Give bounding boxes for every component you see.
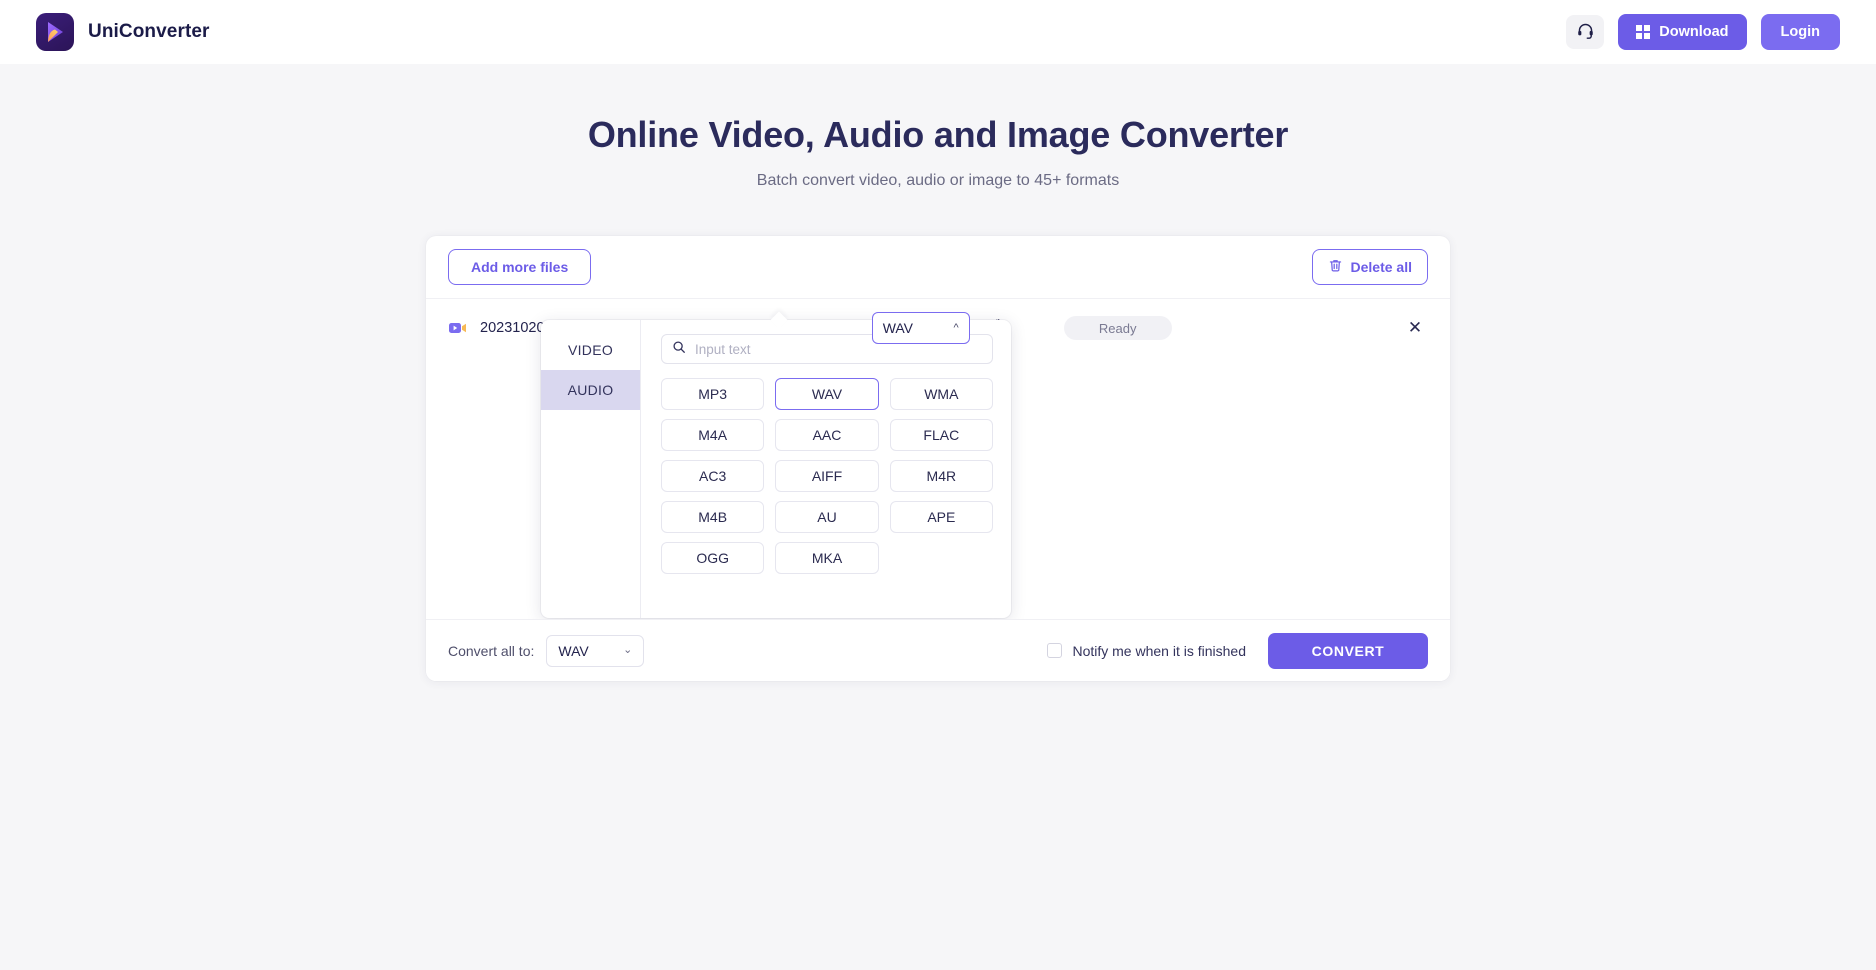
search-icon [672, 340, 686, 359]
format-chip[interactable]: AIFF [775, 460, 878, 492]
hero-section: Online Video, Audio and Image Converter … [0, 64, 1876, 190]
video-file-icon [448, 318, 468, 338]
format-chip[interactable]: WMA [890, 378, 993, 410]
format-chip[interactable]: OGG [661, 542, 764, 574]
notify-checkbox[interactable] [1047, 643, 1062, 658]
card-footer: Convert all to: WAV ⌄ Notify me when it … [426, 619, 1450, 681]
card-toolbar: Add more files Delete all [426, 236, 1450, 299]
login-button[interactable]: Login [1761, 14, 1840, 50]
format-chip[interactable]: M4B [661, 501, 764, 533]
format-grid: MP3 WAV WMA M4A AAC FLAC AC3 AIFF M4R M4… [661, 378, 993, 574]
format-chip[interactable]: APE [890, 501, 993, 533]
headset-icon [1576, 21, 1595, 43]
convert-all-value: WAV [558, 643, 588, 659]
status-badge: Ready [1064, 316, 1172, 340]
notify-checkbox-row[interactable]: Notify me when it is finished [1047, 643, 1246, 659]
format-chip[interactable]: MKA [775, 542, 878, 574]
converter-card-wrap: Add more files Delete all [0, 236, 1876, 681]
windows-icon [1636, 25, 1650, 39]
delete-all-label: Delete all [1351, 259, 1412, 275]
format-chip[interactable]: AU [775, 501, 878, 533]
format-category-list: VIDEO AUDIO [541, 320, 641, 618]
chevron-down-icon: ⌄ [623, 645, 632, 656]
target-format-value: WAV [883, 320, 913, 336]
download-button-label: Download [1659, 24, 1728, 40]
page-subtitle: Batch convert video, audio or image to 4… [0, 172, 1876, 190]
header-actions: Download Login [1566, 14, 1840, 50]
format-dropdown-panel: VIDEO AUDIO MP3 WAV WMA M4A [541, 320, 1011, 618]
convert-all-select[interactable]: WAV ⌄ [546, 635, 644, 667]
delete-all-button[interactable]: Delete all [1312, 249, 1428, 285]
format-chip[interactable]: FLAC [890, 419, 993, 451]
add-more-files-label: Add more files [471, 259, 568, 275]
play-logo-icon [36, 13, 74, 51]
chevron-up-icon: ^ [954, 323, 959, 334]
converter-card: Add more files Delete all [426, 236, 1450, 681]
convert-all-label: Convert all to: [448, 643, 534, 659]
format-chip[interactable]: MP3 [661, 378, 764, 410]
add-more-files-button[interactable]: Add more files [448, 249, 591, 285]
trash-icon [1328, 258, 1343, 276]
page-title: Online Video, Audio and Image Converter [0, 114, 1876, 156]
target-format-select[interactable]: WAV ^ [872, 312, 970, 344]
convert-button[interactable]: CONVERT [1268, 633, 1428, 669]
brand: UniConverter [36, 13, 210, 51]
notify-label: Notify me when it is finished [1072, 643, 1246, 659]
brand-name: UniConverter [88, 21, 210, 43]
close-icon: ✕ [1408, 318, 1422, 338]
format-chip[interactable]: M4A [661, 419, 764, 451]
app-header: UniConverter Download Login [0, 0, 1876, 64]
format-chip[interactable]: M4R [890, 460, 993, 492]
format-category-audio[interactable]: AUDIO [541, 370, 640, 410]
download-button[interactable]: Download [1618, 14, 1746, 50]
support-button[interactable] [1566, 15, 1604, 49]
format-panel-main: MP3 WAV WMA M4A AAC FLAC AC3 AIFF M4R M4… [641, 320, 1011, 618]
format-chip[interactable]: AC3 [661, 460, 764, 492]
format-chip[interactable]: AAC [775, 419, 878, 451]
remove-file-button[interactable]: ✕ [1402, 315, 1428, 341]
format-category-video[interactable]: VIDEO [541, 330, 640, 370]
format-chip[interactable]: WAV [775, 378, 878, 410]
